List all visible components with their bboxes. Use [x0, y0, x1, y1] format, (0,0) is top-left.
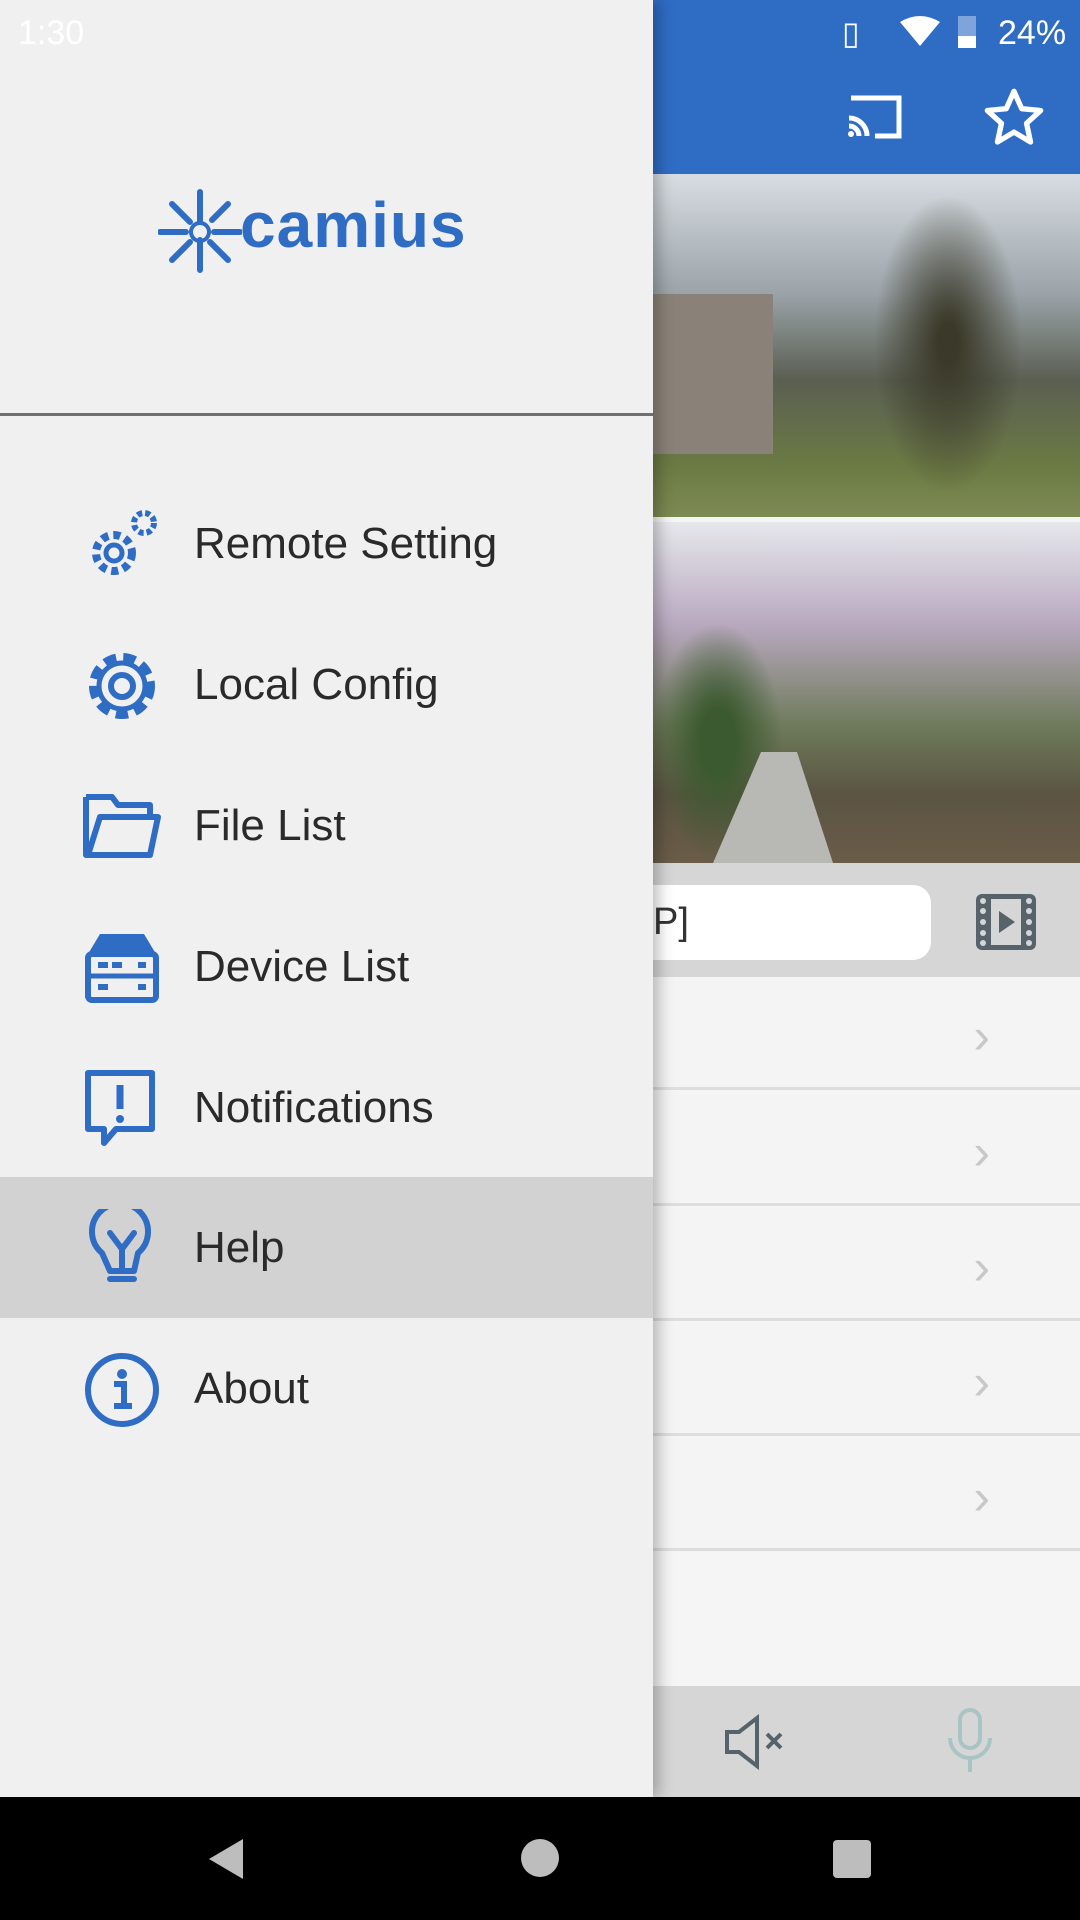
- wifi-icon: [900, 16, 940, 46]
- chevron-right-icon: ›: [973, 1239, 990, 1295]
- menu-item-remote-setting[interactable]: Remote Setting: [0, 473, 653, 614]
- menu-item-label: Device List: [194, 942, 410, 991]
- menu-item-label: About: [194, 1364, 309, 1413]
- input-row: P]: [653, 863, 1080, 977]
- menu-item-label: Help: [194, 1223, 285, 1272]
- menu-item-help[interactable]: Help: [0, 1177, 653, 1318]
- gears-icon: [92, 510, 157, 575]
- list-row[interactable]: ›: [653, 1093, 1080, 1206]
- lightbulb-icon: [89, 1209, 151, 1282]
- folder-icon: [83, 794, 161, 858]
- chevron-right-icon: ›: [973, 1008, 990, 1064]
- bottom-bar: [653, 1686, 1080, 1797]
- list-row[interactable]: ›: [653, 977, 1080, 1090]
- camera-feed-1[interactable]: [653, 174, 1080, 517]
- battery-level: 24%: [998, 14, 1067, 52]
- navigation-drawer: 1:30 camius Remote Setting Local Config …: [0, 0, 653, 1797]
- home-icon[interactable]: [521, 1839, 559, 1877]
- camera-feed-2[interactable]: [653, 522, 1080, 863]
- status-time: 1:30: [18, 14, 85, 52]
- video-playback-icon[interactable]: [975, 893, 1037, 951]
- menu-item-local-config[interactable]: Local Config: [0, 614, 653, 755]
- chevron-right-icon: ›: [973, 1354, 990, 1410]
- camius-logo: camius: [158, 186, 498, 276]
- battery-icon: [958, 16, 976, 48]
- info-icon: [85, 1353, 159, 1427]
- menu-item-notifications[interactable]: Notifications: [0, 1037, 653, 1178]
- vibrate-icon: ▯: [842, 15, 860, 51]
- menu-item-file-list[interactable]: File List: [0, 755, 653, 896]
- system-nav-bar: [0, 1797, 1080, 1920]
- menu-item-label: Notifications: [194, 1083, 434, 1132]
- menu-item-about[interactable]: About: [0, 1318, 653, 1459]
- chevron-right-icon: ›: [973, 1469, 990, 1525]
- menu-item-label: Remote Setting: [194, 519, 498, 568]
- list-row[interactable]: ›: [653, 1208, 1080, 1321]
- gear-icon: [89, 653, 155, 719]
- chevron-right-icon: ›: [973, 1124, 990, 1180]
- device-input[interactable]: P]: [653, 885, 931, 960]
- menu-item-device-list[interactable]: Device List: [0, 896, 653, 1037]
- drawer-divider: [0, 413, 653, 416]
- back-icon[interactable]: [205, 1837, 245, 1881]
- list-row[interactable]: ›: [653, 1323, 1080, 1436]
- device-icon: [85, 934, 159, 1003]
- speaker-muted-icon[interactable]: [723, 1714, 793, 1770]
- list-row[interactable]: ›: [653, 1438, 1080, 1551]
- star-icon[interactable]: [982, 86, 1046, 150]
- alert-message-icon: [85, 1070, 155, 1146]
- recents-icon[interactable]: [833, 1840, 871, 1878]
- microphone-icon[interactable]: [945, 1708, 995, 1776]
- menu-item-label: File List: [194, 801, 346, 850]
- cast-icon[interactable]: [845, 92, 905, 142]
- menu-item-label: Local Config: [194, 660, 439, 709]
